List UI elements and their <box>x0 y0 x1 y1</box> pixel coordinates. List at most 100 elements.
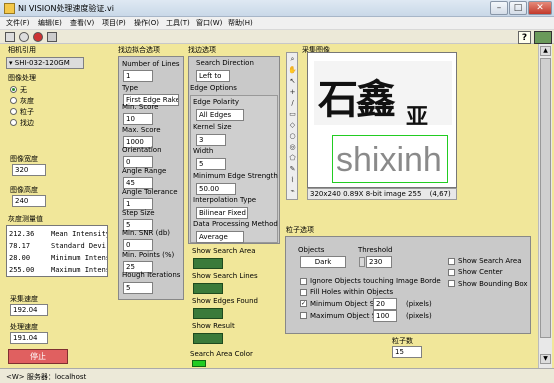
menu-project[interactable]: 项目(P) <box>102 18 126 28</box>
pointer-icon[interactable]: ↖ <box>288 77 297 86</box>
threshold-field[interactable]: 230 <box>366 256 392 268</box>
width-field[interactable]: 5 <box>196 158 226 170</box>
type-label: Type <box>122 84 139 92</box>
min-points-label: Min. Points (%) <box>122 251 175 259</box>
polygon-icon[interactable]: ⬠ <box>288 154 297 163</box>
annulus-icon[interactable]: ◎ <box>288 143 297 152</box>
threshold-spinner[interactable] <box>359 257 365 267</box>
image-height-field[interactable]: 240 <box>12 195 46 207</box>
show-search-lines-toggle[interactable] <box>193 283 223 294</box>
ignore-border-checkbox[interactable] <box>300 278 307 285</box>
image-width-label: 图像宽度 <box>10 155 38 163</box>
max-obj-field[interactable]: 100 <box>373 310 397 322</box>
radio-gray[interactable] <box>10 97 17 104</box>
gray-values: 212.36 78.17 28.00 255.00 <box>9 228 34 276</box>
show-result-label: Show Result <box>192 322 235 330</box>
interp-label: Interpolation Type <box>193 196 257 204</box>
image-height-label: 图像高度 <box>10 186 38 194</box>
show-result-toggle[interactable] <box>193 333 223 344</box>
min-strength-label: Minimum Edge Strength <box>193 172 278 180</box>
polyline-icon[interactable]: ⌇ <box>288 176 297 185</box>
max-obj-label: Maximum Object S <box>310 312 377 320</box>
menu-operate[interactable]: 操作(O) <box>134 18 159 28</box>
menu-window[interactable]: 窗口(W) <box>196 18 222 28</box>
min-snr-field[interactable]: 0 <box>123 239 153 251</box>
freehand-icon[interactable]: ✎ <box>288 165 297 174</box>
image-tools-palette: ⌕ ✋ ↖ + / ▭ ◇ ○ ◎ ⬠ ✎ ⌇ ⌁ <box>286 52 298 200</box>
show-search-area-toggle[interactable] <box>193 258 223 269</box>
gray-label: 灰度测量值 <box>8 215 43 223</box>
min-obj-field[interactable]: 20 <box>373 298 397 310</box>
stop-button[interactable]: 停止 <box>8 349 68 364</box>
search-dir-select[interactable]: Left to <box>196 70 230 82</box>
point-icon[interactable]: + <box>288 88 297 97</box>
p-show-search-area-label: Show Search Area <box>458 257 522 265</box>
rot-rect-icon[interactable]: ◇ <box>288 121 297 130</box>
vertical-scrollbar[interactable]: ▲ ▼ <box>538 44 552 368</box>
show-search-area-label: Show Search Area <box>192 247 256 255</box>
minimize-button[interactable]: – <box>490 1 508 15</box>
abort-icon[interactable] <box>33 32 43 42</box>
search-area-color-swatch[interactable] <box>192 360 206 367</box>
radio-none[interactable] <box>10 86 17 93</box>
camera-select[interactable]: ▾ SHI-032-120GM <box>6 57 84 69</box>
image-coords: (4,67) <box>429 190 451 198</box>
acq-speed-label: 采集速度 <box>10 295 38 303</box>
gray-name-max: Maximum Intensi <box>51 266 107 274</box>
show-center-checkbox[interactable] <box>448 269 455 276</box>
min-score-label: Min. Score <box>122 103 159 111</box>
image-status-bar: 320x240 0.89X 8-bit image 255 (4,67) <box>307 188 457 200</box>
min-obj-checkbox[interactable]: ✓ <box>300 300 307 307</box>
scroll-thumb[interactable] <box>540 58 551 338</box>
close-button[interactable]: ✕ <box>528 1 552 15</box>
show-bbox-checkbox[interactable] <box>448 280 455 287</box>
kernel-field[interactable]: 3 <box>196 134 226 146</box>
menu-view[interactable]: 查看(V) <box>70 18 94 28</box>
min-strength-field[interactable]: 50.00 <box>196 183 236 195</box>
scroll-down-icon[interactable]: ▼ <box>540 354 551 364</box>
scroll-up-icon[interactable]: ▲ <box>540 46 551 56</box>
min-score-field[interactable]: 10 <box>123 113 153 125</box>
num-lines-field[interactable]: 1 <box>123 70 153 82</box>
max-obj-checkbox[interactable] <box>300 312 307 319</box>
menu-help[interactable]: 帮助(H) <box>228 18 253 28</box>
objects-label: Objects <box>298 246 325 254</box>
menu-edit[interactable]: 编辑(E) <box>38 18 62 28</box>
gray-row-min: 28.00 <box>9 254 31 262</box>
pause-icon[interactable] <box>47 32 57 42</box>
image-width-field[interactable]: 320 <box>12 164 46 176</box>
radio-edge[interactable] <box>10 119 17 126</box>
show-edges-toggle[interactable] <box>193 308 223 319</box>
radio-particle[interactable] <box>10 108 17 115</box>
pan-icon[interactable]: ✋ <box>288 66 297 75</box>
context-help-icon[interactable]: ? <box>518 31 531 44</box>
gray-names: Mean Intensity Standard Devi Minimum Int… <box>51 228 107 276</box>
oval-icon[interactable]: ○ <box>288 132 297 141</box>
maximize-button[interactable]: □ <box>509 1 527 15</box>
show-edges-label: Show Edges Found <box>192 297 258 305</box>
zoom-icon[interactable]: ⌕ <box>288 55 297 64</box>
run-continuous-icon[interactable] <box>19 32 29 42</box>
radio-edge-label: 找边 <box>20 119 34 127</box>
search-area-color-label: Search Area Color <box>190 350 253 358</box>
app-icon <box>4 3 15 14</box>
radio-gray-label: 灰度 <box>20 97 34 105</box>
dp-select[interactable]: Average <box>196 231 244 243</box>
objects-select[interactable]: Dark <box>300 256 346 268</box>
broken-line-icon[interactable]: ⌁ <box>288 187 297 196</box>
interp-select[interactable]: Bilinear Fixed <box>196 207 248 219</box>
line-icon[interactable]: / <box>288 99 297 108</box>
menu-file[interactable]: 文件(F) <box>6 18 30 28</box>
show-search-area-checkbox[interactable] <box>448 258 455 265</box>
image-content: 石鑫 亚 <box>314 61 452 130</box>
acquired-image[interactable]: 石鑫 亚 shixinh <box>307 52 457 188</box>
run-arrow-icon[interactable] <box>5 32 15 42</box>
menu-tools[interactable]: 工具(T) <box>166 18 190 28</box>
rect-icon[interactable]: ▭ <box>288 110 297 119</box>
fill-holes-checkbox[interactable] <box>300 289 307 296</box>
hough-field[interactable]: 5 <box>123 282 153 294</box>
angle-tol-label: Angle Tolerance <box>122 188 178 196</box>
polarity-label: Edge Polarity <box>193 98 240 106</box>
camera-value: SHI-032-120GM <box>14 59 70 67</box>
polarity-select[interactable]: All Edges <box>196 109 244 121</box>
